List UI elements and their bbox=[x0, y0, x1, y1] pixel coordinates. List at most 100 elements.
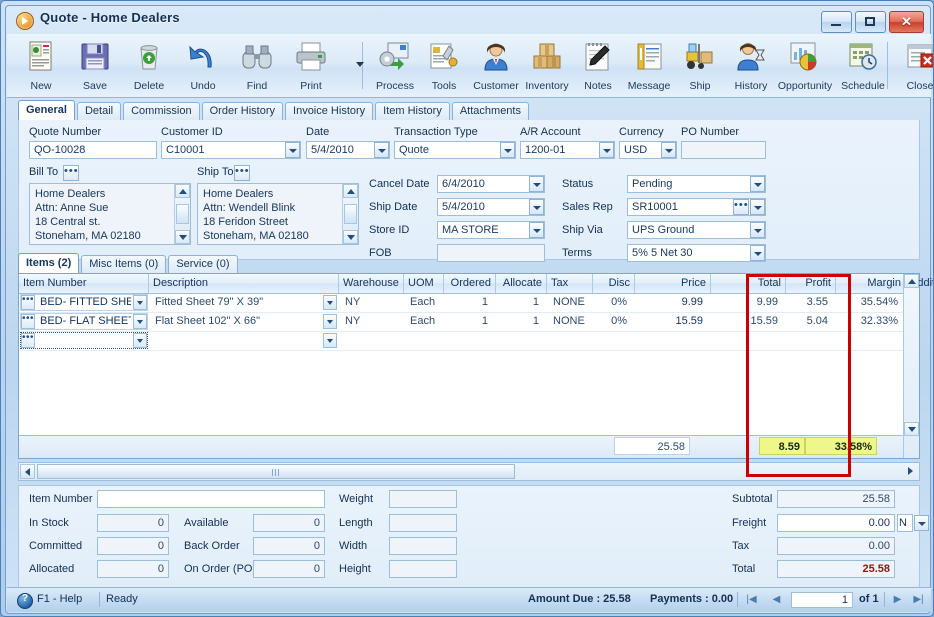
column-header-total[interactable]: Total bbox=[711, 274, 786, 293]
scroll-down-icon[interactable] bbox=[343, 230, 358, 244]
ship-via-select[interactable]: UPS Ground bbox=[627, 221, 766, 239]
find-button[interactable]: Find bbox=[230, 37, 284, 94]
table-row[interactable]: ••• BED- FLAT SHEET Flat Sheet 102" X 66… bbox=[19, 312, 919, 332]
terms-select[interactable]: 5% 5 Net 30 bbox=[627, 244, 766, 262]
po-number-input[interactable] bbox=[681, 141, 766, 159]
tab-invoice-history[interactable]: Invoice History bbox=[285, 102, 374, 120]
status-select[interactable]: Pending bbox=[627, 175, 766, 193]
row1-item-lookup-button[interactable]: ••• bbox=[21, 295, 35, 310]
delete-button[interactable]: Delete bbox=[122, 37, 176, 94]
ship-to-address[interactable]: Home Dealers Attn: Wendell Blink 18 Feri… bbox=[197, 183, 359, 245]
next-record-icon[interactable]: ▶ bbox=[889, 592, 906, 608]
help-text[interactable]: F1 - Help bbox=[37, 593, 82, 605]
page-number-input[interactable]: 1 bbox=[791, 592, 853, 608]
detail-item-number-input[interactable] bbox=[97, 490, 325, 508]
tools-button[interactable]: Tools bbox=[417, 37, 471, 94]
tab-service[interactable]: Service (0) bbox=[168, 255, 238, 273]
cancel-date-dropdown-arrow-icon[interactable] bbox=[529, 176, 544, 192]
ar-account-dropdown-arrow-icon[interactable] bbox=[599, 142, 614, 158]
column-header-profit[interactable]: Profit bbox=[786, 274, 836, 293]
height-value[interactable] bbox=[389, 560, 457, 578]
print-button[interactable]: Print bbox=[284, 37, 338, 94]
row1-item-dropdown-arrow-icon[interactable] bbox=[133, 295, 147, 310]
close-button[interactable]: ✕ bbox=[889, 11, 924, 33]
table-row[interactable]: ••• BED- FITTED SHEE Fitted Sheet 79" X … bbox=[19, 293, 919, 313]
tab-items[interactable]: Items (2) bbox=[18, 253, 80, 273]
tab-order-history[interactable]: Order History bbox=[201, 102, 284, 120]
row3-item-dropdown-arrow-icon[interactable] bbox=[133, 333, 147, 348]
ship-date-dropdown-arrow-icon[interactable] bbox=[529, 199, 544, 215]
row2-description-dropdown-arrow-icon[interactable] bbox=[323, 314, 337, 329]
column-header-disc[interactable]: Disc bbox=[593, 274, 635, 293]
tab-misc-items[interactable]: Misc Items (0) bbox=[81, 255, 167, 273]
process-button[interactable]: Process bbox=[368, 37, 422, 94]
message-button[interactable]: Message bbox=[622, 37, 676, 94]
tab-attachments[interactable]: Attachments bbox=[451, 102, 529, 120]
undo-button[interactable]: Undo bbox=[176, 37, 230, 94]
column-header-description[interactable]: Description bbox=[149, 274, 339, 293]
grid-vertical-scrollbar[interactable] bbox=[903, 274, 919, 458]
ship-to-lookup-button[interactable]: ••• bbox=[234, 165, 250, 181]
column-header-margin[interactable]: Margin bbox=[836, 274, 906, 293]
table-row[interactable]: ••• bbox=[19, 331, 919, 351]
save-button[interactable]: Save bbox=[68, 37, 122, 94]
row3-description-dropdown-arrow-icon[interactable] bbox=[323, 333, 337, 348]
fob-input[interactable] bbox=[437, 244, 545, 262]
first-record-icon[interactable]: |◀ bbox=[743, 592, 760, 608]
schedule-button[interactable]: Schedule bbox=[836, 37, 890, 94]
transaction-type-select[interactable]: Quote bbox=[394, 141, 516, 159]
row3-item-lookup-button[interactable]: ••• bbox=[21, 333, 35, 348]
length-value[interactable] bbox=[389, 514, 457, 532]
row2-item-dropdown-arrow-icon[interactable] bbox=[133, 314, 147, 329]
row2-item-lookup-button[interactable]: ••• bbox=[21, 314, 35, 329]
ship-to-scrollbar[interactable] bbox=[342, 184, 358, 244]
column-header-ordered[interactable]: Ordered bbox=[444, 274, 496, 293]
row1-description-dropdown-arrow-icon[interactable] bbox=[323, 295, 337, 310]
sales-rep-lookup-button[interactable]: ••• bbox=[733, 199, 749, 215]
customer-id-input[interactable]: C10001 bbox=[161, 141, 301, 159]
scroll-up-icon[interactable] bbox=[175, 184, 190, 198]
width-value[interactable] bbox=[389, 537, 457, 555]
scrollbar-thumb[interactable] bbox=[344, 204, 357, 224]
column-header-allocate[interactable]: Allocate bbox=[496, 274, 547, 293]
scroll-right-icon[interactable] bbox=[903, 464, 918, 479]
last-record-icon[interactable]: ▶| bbox=[910, 592, 927, 608]
grid-scroll-up-icon[interactable] bbox=[904, 274, 919, 288]
tab-general[interactable]: General bbox=[18, 100, 75, 120]
items-grid[interactable]: Item Number Description Warehouse UOM Or… bbox=[18, 273, 933, 459]
weight-value[interactable] bbox=[389, 490, 457, 508]
tab-item-history[interactable]: Item History bbox=[375, 102, 450, 120]
minimize-button[interactable] bbox=[821, 11, 852, 33]
notes-button[interactable]: Notes bbox=[571, 37, 625, 94]
column-header-warehouse[interactable]: Warehouse bbox=[339, 274, 404, 293]
history-button[interactable]: History bbox=[724, 37, 778, 94]
customer-button[interactable]: Customer bbox=[469, 37, 523, 94]
date-dropdown-arrow-icon[interactable] bbox=[374, 142, 389, 158]
help-icon[interactable] bbox=[17, 593, 33, 609]
freight-input[interactable]: 0.00 bbox=[777, 514, 895, 532]
tools-dropdown-arrow-icon[interactable] bbox=[356, 62, 364, 67]
column-header-uom[interactable]: UOM bbox=[404, 274, 444, 293]
new-button[interactable]: New bbox=[14, 37, 68, 94]
column-header-item-number[interactable]: Item Number bbox=[19, 274, 149, 293]
scrollbar-thumb[interactable] bbox=[176, 204, 189, 224]
freight-mode-dropdown-arrow-icon[interactable] bbox=[914, 515, 929, 531]
bill-to-address[interactable]: Home Dealers Attn: Anne Sue 18 Central s… bbox=[29, 183, 191, 245]
scroll-left-icon[interactable] bbox=[20, 464, 35, 479]
opportunity-button[interactable]: Opportunity bbox=[773, 37, 837, 94]
previous-record-icon[interactable]: ◀ bbox=[768, 592, 785, 608]
currency-dropdown-arrow-icon[interactable] bbox=[661, 142, 676, 158]
terms-dropdown-arrow-icon[interactable] bbox=[750, 245, 765, 261]
sales-rep-dropdown-arrow-icon[interactable] bbox=[750, 199, 765, 215]
scroll-down-icon[interactable] bbox=[175, 230, 190, 244]
inventory-button[interactable]: Inventory bbox=[520, 37, 574, 94]
column-header-tax[interactable]: Tax bbox=[547, 274, 593, 293]
ship-button[interactable]: Ship bbox=[673, 37, 727, 94]
maximize-button[interactable] bbox=[855, 11, 886, 33]
close-toolbar-button[interactable]: Close bbox=[893, 37, 933, 94]
ship-via-dropdown-arrow-icon[interactable] bbox=[750, 222, 765, 238]
status-dropdown-arrow-icon[interactable] bbox=[750, 176, 765, 192]
customer-id-dropdown-arrow-icon[interactable] bbox=[285, 142, 300, 158]
store-id-dropdown-arrow-icon[interactable] bbox=[529, 222, 544, 238]
grid-scroll-down-icon[interactable] bbox=[904, 422, 919, 436]
